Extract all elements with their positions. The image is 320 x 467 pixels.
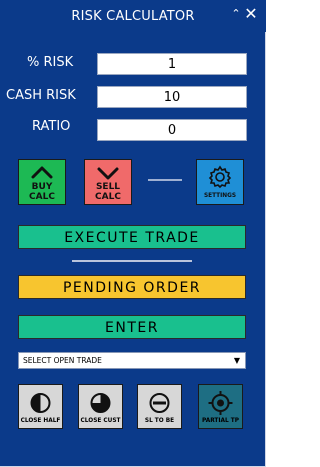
pie-icon (90, 393, 111, 413)
chevron-up-icon (31, 166, 53, 179)
cash-risk-label: CASH RISK (6, 88, 76, 103)
half-circle-icon (30, 393, 51, 413)
sl-to-be-button[interactable]: SL TO BE (137, 384, 182, 429)
sell-calc-button[interactable]: SELL CALC (84, 159, 132, 205)
ratio-input[interactable]: 0 (97, 119, 247, 141)
divider-dash (148, 179, 182, 181)
partial-tp-button[interactable]: PARTIAL TP (198, 384, 243, 429)
close-half-label: CLOSE HALF (20, 418, 61, 424)
buy-calc-line1: BUY (31, 182, 53, 192)
partial-tp-label: PARTIAL TP (202, 418, 239, 424)
title-bar: RISK CALCULATOR ⌃ ✕ (0, 0, 266, 32)
settings-button[interactable]: SETTINGS (196, 159, 244, 205)
close-icon[interactable]: ✕ (243, 6, 259, 22)
open-trade-select-value: SELECT OPEN TRADE (23, 356, 102, 365)
buy-calc-button[interactable]: BUY CALC (18, 159, 66, 205)
risk-percent-label: % RISK (27, 55, 74, 70)
separator (72, 260, 192, 262)
open-trade-select[interactable]: SELECT OPEN TRADE ▼ (18, 352, 246, 369)
pending-order-button[interactable]: PENDING ORDER (18, 275, 246, 299)
risk-calculator-window: RISK CALCULATOR ⌃ ✕ % RISK 1 CASH RISK 1… (0, 0, 266, 467)
target-icon (208, 391, 233, 415)
ratio-label: RATIO (32, 119, 71, 134)
minimize-icon[interactable]: ⌃ (228, 6, 244, 22)
sell-calc-line2: CALC (95, 192, 121, 202)
minus-circle-icon (149, 393, 170, 413)
execute-trade-button[interactable]: EXECUTE TRADE (18, 225, 246, 249)
close-half-button[interactable]: CLOSE HALF (18, 384, 63, 429)
settings-label: SETTINGS (203, 193, 237, 199)
gear-icon (208, 165, 232, 189)
sl-to-be-label: SL TO BE (144, 418, 175, 424)
enter-button[interactable]: ENTER (18, 315, 246, 339)
buy-calc-line2: CALC (29, 192, 55, 202)
close-cust-button[interactable]: CLOSE CUST (78, 384, 123, 429)
window-title: RISK CALCULATOR (71, 9, 195, 24)
sell-calc-line1: SELL (95, 182, 121, 192)
dropdown-arrow-icon[interactable]: ▼ (234, 353, 240, 369)
risk-percent-input[interactable]: 1 (97, 53, 247, 75)
cash-risk-input[interactable]: 10 (97, 86, 247, 108)
close-cust-label: CLOSE CUST (80, 418, 121, 424)
chevron-down-icon (97, 167, 119, 180)
